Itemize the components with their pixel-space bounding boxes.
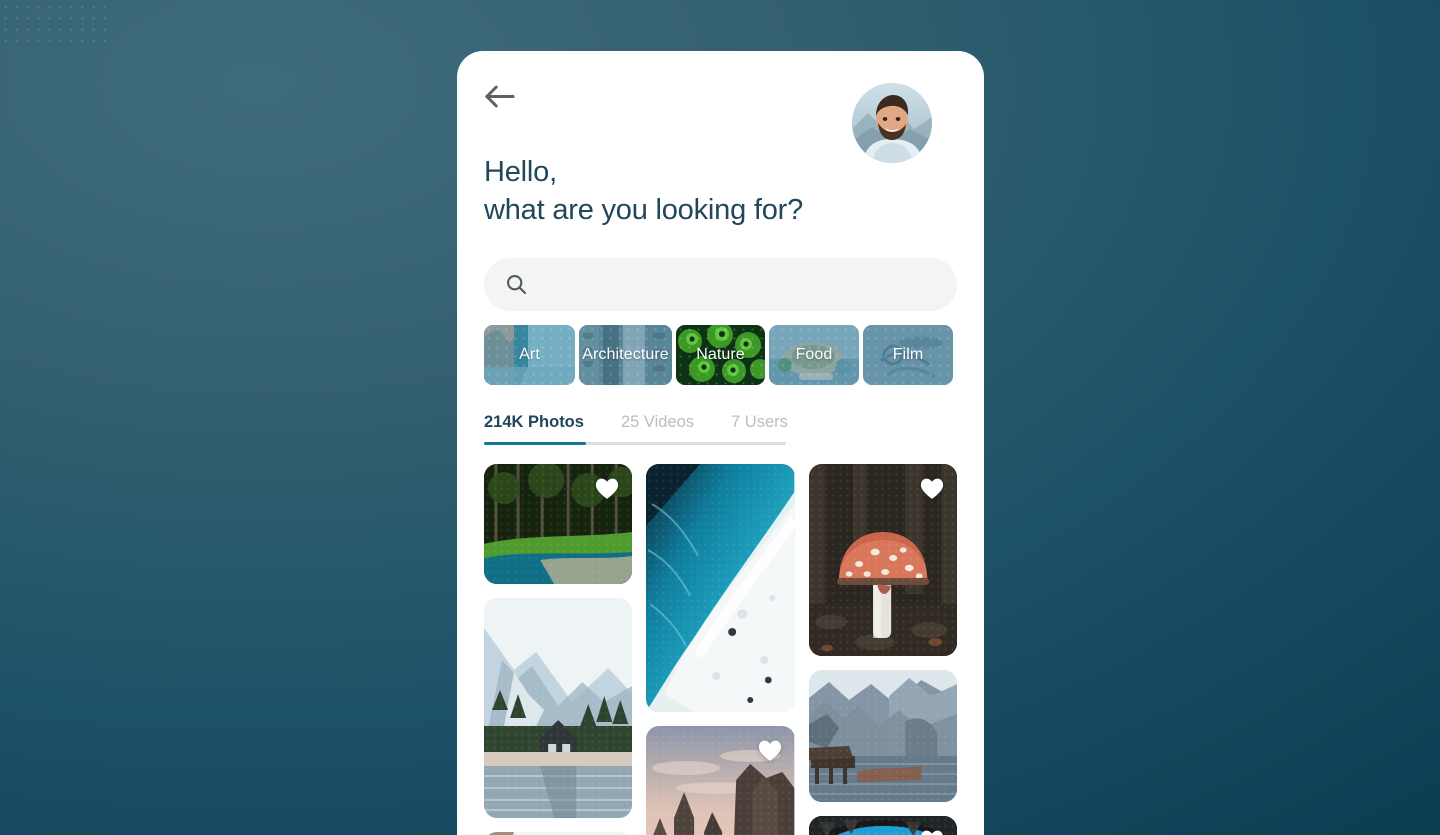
photo-grid xyxy=(484,464,957,835)
category-chip-nature[interactable]: Nature xyxy=(676,325,765,385)
page-title: Hello, what are you looking for? xyxy=(484,153,957,229)
category-chip-food[interactable]: Food xyxy=(769,325,859,385)
category-label: Art xyxy=(519,346,540,363)
aerial-ocean-wave-photo[interactable] xyxy=(646,464,795,712)
mountain-cabin-lake-photo[interactable] xyxy=(484,598,633,818)
photo-column-2 xyxy=(646,464,795,835)
search-input[interactable] xyxy=(540,275,935,294)
background-dot-texture xyxy=(0,2,110,42)
tab-active-indicator xyxy=(484,442,586,445)
result-tabs: 214K Photos 25 Videos 7 Users xyxy=(484,413,957,445)
tab-underline-rail xyxy=(484,442,786,445)
avatar[interactable] xyxy=(852,83,932,163)
forest-lake-photo[interactable] xyxy=(484,464,633,584)
arrow-left-icon[interactable] xyxy=(484,81,518,111)
like-heart-icon[interactable] xyxy=(919,828,945,835)
like-heart-icon[interactable] xyxy=(594,476,620,500)
top-bar xyxy=(484,51,957,163)
category-chip-list: Art Architecture Nature Food Film xyxy=(484,325,957,385)
category-label: Nature xyxy=(696,346,745,363)
like-heart-icon[interactable] xyxy=(919,476,945,500)
photo-column-3 xyxy=(808,464,957,835)
sea-stacks-sunset-photo[interactable] xyxy=(646,726,795,835)
photo-column-1 xyxy=(484,464,633,835)
alpine-lake-dock-photo[interactable] xyxy=(808,670,957,802)
tab-users[interactable]: 7 Users xyxy=(731,413,788,432)
search-bar[interactable] xyxy=(484,258,957,311)
category-chip-film[interactable]: Film xyxy=(863,325,953,385)
tab-photos[interactable]: 214K Photos xyxy=(484,413,584,432)
like-heart-icon[interactable] xyxy=(757,738,783,762)
greeting-line-2: what are you looking for? xyxy=(484,194,804,226)
phone-screen: Hello, what are you looking for? Art Arc… xyxy=(457,51,984,835)
blue-lagoon-cave-photo[interactable] xyxy=(808,816,957,835)
red-mushroom-forest-photo[interactable] xyxy=(808,464,957,656)
category-chip-architecture[interactable]: Architecture xyxy=(579,325,672,385)
category-label: Architecture xyxy=(582,346,669,363)
category-label: Film xyxy=(892,346,924,363)
search-icon xyxy=(506,274,527,295)
category-chip-art[interactable]: Art xyxy=(484,325,575,385)
category-label: Food xyxy=(795,346,833,363)
tab-videos[interactable]: 25 Videos xyxy=(621,413,694,432)
